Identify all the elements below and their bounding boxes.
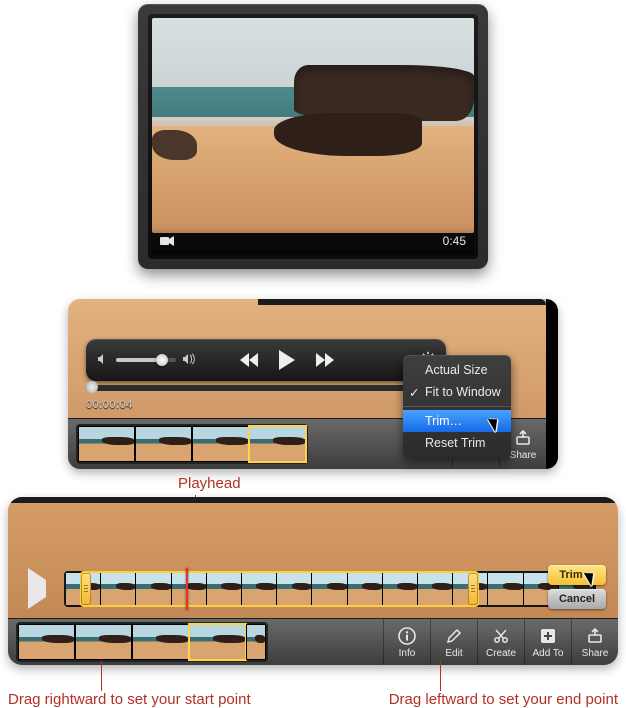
trim-confirm-label: Trim	[559, 569, 582, 581]
clip-thumb[interactable]	[192, 426, 249, 462]
toolbar-info-label: Info	[399, 648, 416, 659]
timeline-frame	[418, 573, 453, 605]
timeline-frame	[136, 573, 171, 605]
clip-thumb[interactable]	[78, 426, 135, 462]
menu-reset-trim[interactable]: Reset Trim	[403, 432, 511, 454]
toolbar-share[interactable]: Share	[571, 619, 618, 665]
clip-thumb[interactable]	[132, 624, 189, 660]
timeline-frame	[348, 573, 383, 605]
gear-popup-menu: Actual Size Fit to Window Trim… Reset Tr…	[403, 355, 511, 458]
share-icon	[585, 626, 605, 646]
toolbar-create-label: Create	[486, 648, 516, 659]
cursor-icon	[583, 569, 597, 586]
annotation-end: Drag leftward to set your end point	[389, 691, 618, 708]
timeline-frame	[66, 573, 101, 605]
timeline-frame	[453, 573, 488, 605]
volume-slider[interactable]	[116, 358, 176, 362]
toolbar-create[interactable]: Create	[477, 619, 524, 665]
camera-icon	[160, 234, 174, 249]
info-icon	[397, 626, 417, 646]
trim-confirm-button[interactable]: Trim	[548, 565, 606, 585]
scrub-bar[interactable]	[86, 385, 446, 391]
play-button[interactable]	[272, 345, 302, 375]
preview-window[interactable]: 0:45	[138, 4, 488, 269]
clip-thumb[interactable]	[18, 624, 75, 660]
rewind-button[interactable]	[234, 345, 264, 375]
share-icon	[513, 428, 533, 448]
fast-forward-button[interactable]	[310, 345, 340, 375]
menu-trim-label: Trim…	[425, 414, 462, 428]
toolbar-addto-label: Add To	[533, 648, 564, 659]
scrub-knob[interactable]	[86, 381, 98, 393]
trim-play-button[interactable]	[28, 580, 46, 598]
scissors-icon	[491, 626, 511, 646]
timeline-frame	[172, 573, 207, 605]
clip-thumbnails	[16, 622, 268, 662]
timeline-frame	[207, 573, 242, 605]
playback-controls	[86, 339, 446, 381]
timeline-frame	[277, 573, 312, 605]
toolbar-share-label: Share	[510, 450, 537, 461]
annotation-start: Drag rightward to set your start point	[8, 691, 251, 708]
timeline-frame	[312, 573, 347, 605]
bottom-toolbar: Info Edit Create Add To	[8, 618, 618, 665]
clip-thumb-selected[interactable]	[249, 426, 306, 462]
clip-thumb[interactable]	[246, 624, 266, 660]
volume-low-icon	[96, 353, 110, 368]
trim-panel: Trim Cancel Info	[8, 497, 618, 665]
volume-high-icon	[182, 353, 196, 368]
clip-thumb[interactable]	[75, 624, 132, 660]
timecode: 00:00:04	[86, 399, 133, 411]
menu-fit-to-window[interactable]: Fit to Window	[403, 381, 511, 403]
player-panel: 00:00:04 Actual Size Fit to Window Trim……	[68, 299, 558, 469]
pencil-icon	[444, 626, 464, 646]
timeline-frame	[488, 573, 523, 605]
clip-thumb-selected[interactable]	[189, 624, 246, 660]
timeline-frame	[383, 573, 418, 605]
trim-cancel-button[interactable]: Cancel	[548, 589, 606, 609]
toolbar-edit-label: Edit	[445, 648, 462, 659]
timeline-frame	[101, 573, 136, 605]
annotation-leader-start	[101, 661, 102, 691]
preview-duration: 0:45	[443, 234, 466, 248]
clip-thumbnails	[76, 424, 308, 464]
annotation-leader-end	[440, 661, 441, 691]
menu-actual-size[interactable]: Actual Size	[403, 359, 511, 381]
toolbar-info[interactable]: Info	[383, 619, 430, 665]
trim-timeline[interactable]	[64, 571, 596, 607]
menu-trim[interactable]: Trim…	[403, 410, 511, 432]
preview-inner: 0:45	[148, 14, 478, 259]
preview-video-frame	[152, 18, 474, 233]
volume-knob[interactable]	[156, 354, 168, 366]
toolbar-add-to[interactable]: Add To	[524, 619, 571, 665]
cursor-icon	[488, 415, 502, 432]
clip-thumb[interactable]	[135, 426, 192, 462]
toolbar-edit[interactable]: Edit	[430, 619, 477, 665]
annotation-playhead: Playhead	[178, 475, 241, 492]
timeline-frame	[242, 573, 277, 605]
playhead[interactable]	[186, 568, 188, 610]
plus-icon	[538, 626, 558, 646]
toolbar-share-label: Share	[582, 648, 609, 659]
